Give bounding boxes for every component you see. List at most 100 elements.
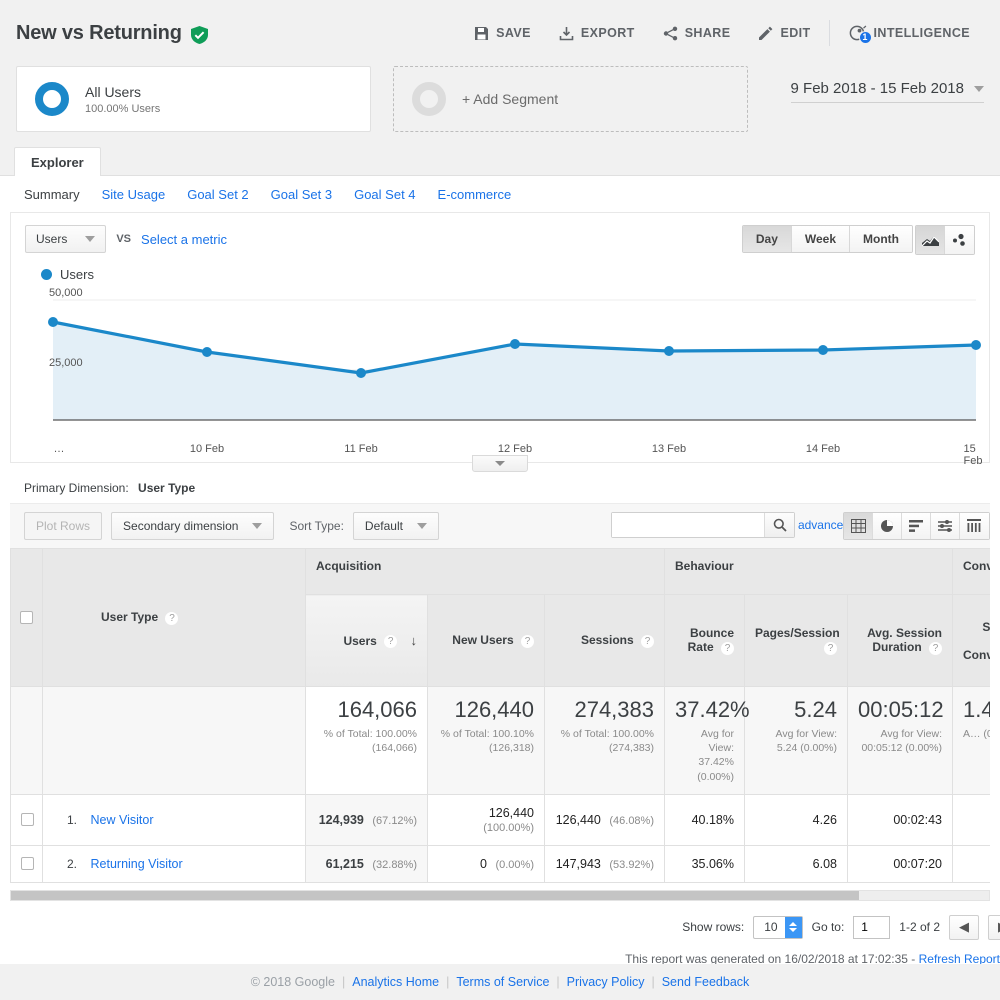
column-bounce-rate[interactable]: Bounce Rate ? bbox=[664, 594, 745, 687]
help-icon[interactable]: ? bbox=[929, 641, 942, 655]
scrollbar-thumb[interactable] bbox=[11, 890, 859, 900]
copyright-text: © 2018 Google bbox=[250, 975, 335, 989]
granularity-toggle: Day Week Month bbox=[741, 225, 913, 253]
granularity-day[interactable]: Day bbox=[742, 226, 792, 252]
sort-type-button[interactable]: Default bbox=[352, 512, 439, 540]
add-segment-label: + Add Segment bbox=[462, 91, 559, 107]
group-acquisition: Acquisition bbox=[305, 548, 665, 595]
show-rows-select[interactable]: 10 bbox=[753, 915, 803, 939]
select-all-cell bbox=[10, 548, 43, 687]
help-icon[interactable]: ? bbox=[824, 641, 837, 655]
subnav-goal-set-2[interactable]: Goal Set 2 bbox=[187, 187, 248, 202]
row-pages-session: 6.08 bbox=[744, 844, 848, 883]
pie-view-icon[interactable] bbox=[873, 513, 902, 539]
subnav-goal-set-3[interactable]: Goal Set 3 bbox=[271, 187, 332, 202]
page-title: New vs Returning bbox=[16, 21, 182, 44]
row-checkbox[interactable] bbox=[21, 813, 34, 827]
segment-percent: 100.00% Users bbox=[85, 102, 161, 115]
subnav-goal-set-4[interactable]: Goal Set 4 bbox=[354, 187, 415, 202]
row-users-pct: (32.88%) bbox=[372, 858, 417, 871]
metric-select-button[interactable]: Users bbox=[25, 225, 107, 253]
primary-dimension-value[interactable]: User Type bbox=[138, 481, 195, 495]
line-chart-icon[interactable] bbox=[916, 226, 945, 254]
intelligence-button[interactable]: 1 INTELLIGENCE bbox=[834, 13, 984, 53]
motion-chart-icon[interactable] bbox=[945, 226, 974, 254]
granularity-week[interactable]: Week bbox=[791, 226, 851, 252]
search-input[interactable] bbox=[612, 513, 764, 537]
row-dimension-cell: 2. Returning Visitor bbox=[42, 844, 306, 883]
row-dimension-cell: 1. New Visitor bbox=[42, 793, 306, 846]
save-button[interactable]: SAVE bbox=[460, 13, 545, 53]
export-button[interactable]: EXPORT bbox=[545, 13, 649, 53]
table-row[interactable]: 2. Returning Visitor 61,215 (32.88%) 0 (… bbox=[10, 844, 990, 883]
pivot-view-icon[interactable] bbox=[960, 513, 989, 539]
subnav-ecommerce[interactable]: E-commerce bbox=[438, 187, 512, 202]
column-sessions-label: Sessions bbox=[580, 633, 634, 648]
row-sessions: 147,943 (53.92%) bbox=[544, 844, 665, 883]
row-dimension-link[interactable]: New Visitor bbox=[91, 813, 154, 827]
top-bar: New vs Returning SAVE EXPORT SHARE EDIT … bbox=[0, 0, 1000, 66]
table-view-icon[interactable] bbox=[844, 513, 873, 539]
column-pages-session[interactable]: Pages/Session ? bbox=[744, 594, 848, 687]
select-a-metric-link[interactable]: Select a metric bbox=[141, 232, 227, 247]
summary-users: 164,066 % of Total: 100.00% (164,066) bbox=[305, 686, 428, 795]
row-dimension-link[interactable]: Returning Visitor bbox=[91, 857, 183, 871]
date-range-selector[interactable]: 9 Feb 2018 - 15 Feb 2018 bbox=[790, 80, 984, 103]
report-data-table: User Type ? Acquisition Behaviour Conver… bbox=[10, 548, 990, 883]
column-new-users[interactable]: New Users ? bbox=[427, 594, 545, 687]
share-icon bbox=[663, 26, 678, 41]
share-button[interactable]: SHARE bbox=[649, 13, 745, 53]
row-bounce-rate: 35.06% bbox=[664, 844, 745, 883]
search-button[interactable] bbox=[764, 513, 794, 537]
view-type-toggle bbox=[843, 512, 990, 540]
row-conversion: 2 bbox=[952, 844, 990, 883]
comparison-view-icon[interactable] bbox=[931, 513, 960, 539]
table-summary-row: 164,066 % of Total: 100.00% (164,066) 12… bbox=[10, 686, 990, 795]
legend-dot-icon bbox=[41, 269, 52, 280]
tab-explorer[interactable]: Explorer bbox=[14, 147, 101, 176]
chevron-down-icon bbox=[416, 523, 427, 529]
table-horizontal-scrollbar[interactable] bbox=[10, 889, 990, 901]
help-icon[interactable]: ? bbox=[165, 611, 179, 625]
footer-link-terms-of-service[interactable]: Terms of Service bbox=[456, 975, 549, 989]
stepper-icon[interactable] bbox=[784, 916, 802, 938]
segment-all-users[interactable]: All Users 100.00% Users bbox=[16, 66, 371, 132]
row-new-users: 0 (0.00%) bbox=[427, 844, 545, 883]
column-users[interactable]: Users ? ↓ bbox=[305, 594, 428, 687]
footer-link-send-feedback[interactable]: Send Feedback bbox=[662, 975, 750, 989]
prev-page-button[interactable]: ◀ bbox=[949, 914, 979, 940]
row-checkbox[interactable] bbox=[21, 857, 34, 871]
subnav-summary[interactable]: Summary bbox=[24, 187, 80, 202]
help-icon[interactable]: ? bbox=[384, 635, 398, 649]
dimension-header-cell[interactable]: User Type ? bbox=[42, 548, 306, 687]
next-page-button[interactable]: ▶ bbox=[988, 914, 1000, 940]
help-icon[interactable]: ? bbox=[641, 634, 654, 648]
add-segment-button[interactable]: + Add Segment bbox=[393, 66, 748, 132]
segment-donut-icon bbox=[35, 82, 69, 116]
subnav-site-usage[interactable]: Site Usage bbox=[102, 187, 166, 202]
chart-expand-button[interactable] bbox=[472, 455, 528, 472]
help-icon[interactable]: ? bbox=[721, 641, 734, 655]
edit-button[interactable]: EDIT bbox=[744, 13, 824, 53]
column-sessions[interactable]: Sessions ? bbox=[544, 594, 665, 687]
footer-link-privacy-policy[interactable]: Privacy Policy bbox=[567, 975, 645, 989]
table-row[interactable]: 1. New Visitor 124,939 (67.12%) 126,440 … bbox=[10, 793, 990, 846]
column-avg-session-duration[interactable]: Avg. Session Duration ? bbox=[847, 594, 953, 687]
summary-bounce-rate-value: 37.42% bbox=[675, 697, 750, 722]
plot-rows-button[interactable]: Plot Rows bbox=[24, 512, 103, 540]
granularity-month[interactable]: Month bbox=[850, 226, 912, 252]
help-icon[interactable]: ? bbox=[521, 634, 534, 648]
summary-new-users-sub: % of Total: 100.10% (126,318) bbox=[440, 728, 534, 755]
performance-view-icon[interactable] bbox=[902, 513, 931, 539]
group-conversions: Conversions bbox=[952, 548, 990, 595]
row-sessions-value: 147,943 bbox=[555, 856, 601, 871]
summary-avg-duration: 00:05:12 Avg for View: 00:05:12 (0.00%) bbox=[847, 686, 953, 795]
footer-link-analytics-home[interactable]: Analytics Home bbox=[352, 975, 439, 989]
footer-divider: | bbox=[341, 975, 346, 989]
date-range-value: 9 Feb 2018 - 15 Feb 2018 bbox=[790, 80, 964, 97]
row-sessions-pct: (46.08%) bbox=[609, 814, 654, 827]
secondary-dimension-button[interactable]: Secondary dimension bbox=[111, 512, 275, 540]
column-goal-conversion-rate[interactable]: Sm… Go… (Go… Conve… Rate) bbox=[952, 594, 990, 687]
select-all-checkbox[interactable] bbox=[20, 611, 33, 624]
goto-input[interactable] bbox=[853, 915, 891, 939]
